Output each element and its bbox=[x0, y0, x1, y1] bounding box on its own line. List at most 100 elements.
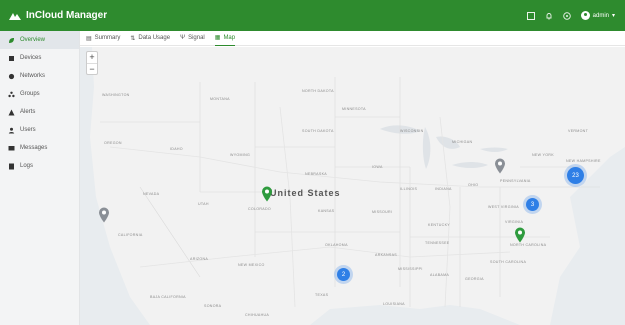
tab-data-usage[interactable]: ⇅ Data Usage bbox=[130, 31, 170, 46]
sidebar-item-messages[interactable]: Messages bbox=[0, 139, 79, 157]
user-name: admin bbox=[592, 12, 609, 19]
tab-label: Summary bbox=[94, 35, 121, 41]
state-label: GEORGIA bbox=[465, 277, 484, 281]
sidebar-item-devices[interactable]: Devices bbox=[0, 49, 79, 67]
state-label: CALIFORNIA bbox=[118, 233, 143, 237]
state-label: NEW HAMPSHIRE bbox=[566, 159, 601, 163]
sidebar-item-overview[interactable]: Overview bbox=[0, 31, 79, 49]
state-label: ILLINOIS bbox=[400, 187, 418, 191]
state-label: MISSOURI bbox=[372, 210, 393, 214]
state-label: NEW MEXICO bbox=[238, 263, 265, 267]
groups-icon bbox=[8, 91, 15, 98]
signal-icon: Ψ bbox=[180, 35, 186, 41]
device-cluster[interactable]: 23 bbox=[567, 167, 584, 184]
sidebar-item-label: Networks bbox=[20, 73, 46, 79]
state-label: OKLAHOMA bbox=[325, 243, 348, 247]
state-label: COLORADO bbox=[248, 207, 271, 211]
state-label: NEW YORK bbox=[532, 153, 554, 157]
map-view[interactable]: + − WASHINGTON MONTANA NORTH DAKOTA MINN… bbox=[80, 47, 625, 325]
tab-label: Data Usage bbox=[138, 35, 171, 41]
state-label: WASHINGTON bbox=[102, 93, 130, 97]
device-marker-online[interactable] bbox=[261, 186, 273, 202]
sidebar-item-alerts[interactable]: Alerts bbox=[0, 103, 79, 121]
state-label: INDIANA bbox=[435, 187, 452, 191]
device-icon bbox=[8, 55, 15, 62]
map-basemap bbox=[80, 47, 625, 325]
chevron-down-icon: ▾ bbox=[611, 13, 615, 19]
alert-icon bbox=[8, 109, 15, 116]
tab-summary[interactable]: ▤ Summary bbox=[86, 31, 120, 46]
sidebar-item-label: Groups bbox=[20, 91, 40, 97]
sidebar-item-logs[interactable]: Logs bbox=[0, 157, 79, 175]
state-label: VIRGINIA bbox=[505, 220, 524, 224]
tab-bar: ▤ Summary ⇅ Data Usage Ψ Signal ▦ Map bbox=[80, 31, 625, 46]
state-label: MINNESOTA bbox=[342, 107, 366, 111]
user-menu[interactable]: admin ▾ bbox=[580, 11, 615, 20]
sidebar-item-label: Users bbox=[20, 127, 36, 133]
state-label: ARIZONA bbox=[190, 257, 209, 261]
state-label: SOUTH CAROLINA bbox=[490, 260, 527, 264]
avatar bbox=[580, 11, 590, 20]
map-icon: ▦ bbox=[214, 35, 221, 41]
top-bar: InCloud Manager admin ▾ bbox=[0, 0, 625, 31]
bell-icon[interactable] bbox=[545, 11, 554, 20]
zoom-in-button[interactable]: + bbox=[87, 52, 97, 63]
device-marker-offline[interactable] bbox=[494, 158, 506, 174]
state-label: KANSAS bbox=[318, 209, 335, 213]
logo-icon bbox=[8, 11, 22, 21]
tab-label: Map bbox=[223, 34, 236, 41]
state-label: TEXAS bbox=[315, 293, 329, 297]
state-label: OHIO bbox=[468, 183, 479, 187]
state-label: CHIHUAHUA bbox=[245, 313, 270, 317]
device-marker-online[interactable] bbox=[514, 227, 526, 243]
state-label: ARKANSAS bbox=[375, 253, 397, 257]
state-label: IOWA bbox=[372, 165, 383, 169]
state-label: NORTH DAKOTA bbox=[302, 89, 334, 93]
state-label: SOUTH DAKOTA bbox=[302, 129, 334, 133]
summary-icon: ▤ bbox=[86, 35, 92, 42]
sidebar-item-label: Alerts bbox=[20, 109, 36, 115]
help-icon[interactable] bbox=[563, 11, 572, 20]
zoom-control: + − bbox=[86, 51, 98, 75]
sidebar-item-label: Logs bbox=[20, 163, 34, 169]
state-label: TENNESSEE bbox=[425, 241, 450, 245]
state-label: IDAHO bbox=[170, 147, 183, 151]
state-label: MONTANA bbox=[210, 97, 230, 101]
state-label: WYOMING bbox=[230, 153, 251, 157]
state-label: BAJA CALIFORNIA bbox=[150, 295, 186, 299]
state-label: NEBRASKA bbox=[305, 172, 327, 176]
tab-signal[interactable]: Ψ Signal bbox=[180, 31, 205, 46]
sidebar-item-networks[interactable]: Networks bbox=[0, 67, 79, 85]
tab-map[interactable]: ▦ Map bbox=[214, 31, 236, 46]
state-label: UTAH bbox=[198, 202, 209, 206]
fullscreen-icon[interactable] bbox=[527, 11, 536, 20]
state-label: NEVADA bbox=[143, 192, 160, 196]
sidebar-item-label: Devices bbox=[20, 55, 42, 61]
sidebar-item-groups[interactable]: Groups bbox=[0, 85, 79, 103]
sidebar-item-users[interactable]: Users bbox=[0, 121, 79, 139]
zoom-out-button[interactable]: − bbox=[87, 63, 97, 74]
device-marker-offline[interactable] bbox=[98, 207, 110, 223]
state-label: MISSISSIPPI bbox=[398, 267, 423, 271]
device-cluster[interactable]: 3 bbox=[526, 198, 539, 211]
header-actions: admin ▾ bbox=[527, 0, 615, 31]
data-usage-icon: ⇅ bbox=[130, 35, 136, 42]
log-icon bbox=[8, 163, 15, 170]
state-label: PENNSYLVANIA bbox=[500, 179, 531, 183]
device-cluster[interactable]: 2 bbox=[337, 268, 350, 281]
leaf-icon bbox=[8, 37, 15, 44]
app-title: InCloud Manager bbox=[26, 10, 108, 21]
state-label: OREGON bbox=[104, 141, 122, 145]
sidebar: Overview Devices Networks Groups Alerts … bbox=[0, 31, 80, 325]
state-label: VERMONT bbox=[568, 129, 589, 133]
tab-label: Signal bbox=[188, 35, 205, 41]
country-label: United States bbox=[270, 188, 341, 198]
state-label: LOUISIANA bbox=[383, 302, 405, 306]
state-label: KENTUCKY bbox=[428, 223, 450, 227]
state-label: WEST VIRGINIA bbox=[488, 205, 519, 209]
message-icon bbox=[8, 145, 15, 152]
user-icon bbox=[8, 127, 15, 134]
state-label: MICHIGAN bbox=[452, 140, 473, 144]
state-label: ALABAMA bbox=[430, 273, 450, 277]
app-brand[interactable]: InCloud Manager bbox=[8, 0, 107, 31]
